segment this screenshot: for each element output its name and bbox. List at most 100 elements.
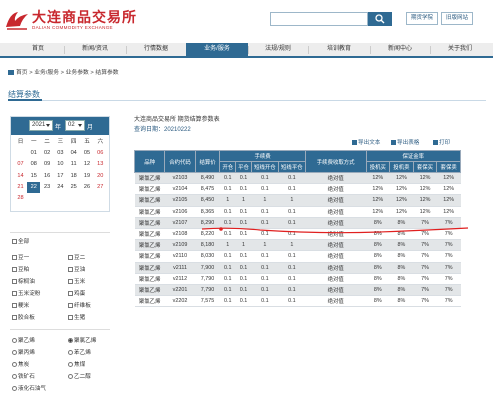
title-divider [8,100,486,101]
checkbox-icon[interactable] [12,239,17,244]
breadcrumb-text[interactable]: 首页 > 业务/服务 > 业务参数 > 结算参数 [16,70,119,76]
calendar-day[interactable]: 05 [81,148,94,159]
checkbox-icon[interactable] [12,267,17,272]
checkbox-icon[interactable] [68,267,73,272]
table-cell: 8,365 [195,206,220,218]
checkbox-icon[interactable] [12,303,17,308]
variety-checkbox[interactable]: 全部 [12,237,29,245]
variety-radio[interactable]: 苯乙烯 [68,348,91,356]
calendar-day[interactable]: 19 [81,171,94,182]
variety-checkbox[interactable]: 豆二 [68,253,85,261]
calendar-day[interactable]: 14 [14,171,27,182]
checkbox-icon[interactable] [12,291,17,296]
calendar-day[interactable]: 03 [54,148,67,159]
nav-item[interactable]: 法规/规则 [248,43,308,56]
variety-checkbox[interactable]: 生猪 [68,313,85,321]
variety-radio[interactable]: 液化石油气 [12,384,46,392]
radio-icon[interactable] [12,362,17,367]
print-button[interactable]: 打印 [433,138,450,146]
radio-icon[interactable] [12,374,17,379]
table-row: 聚氯乙烯 v2110 8,030 0.1 0.1 0.1 0.1 绝对值 8% 8% 7% 7% [134,250,461,263]
calendar-day[interactable]: 07 [14,159,27,170]
variety-checkbox[interactable]: 豆粕 [12,265,29,273]
variety-radio[interactable]: 铁矿石 [12,372,35,380]
nav-item[interactable]: 关于我们 [430,43,490,56]
variety-radio[interactable]: 聚乙烯 [12,336,35,344]
checkbox-icon[interactable] [68,303,73,308]
calendar-day[interactable]: 25 [67,182,80,193]
calendar-day[interactable]: 12 [81,159,94,170]
radio-icon[interactable] [12,350,17,355]
search-button[interactable] [368,12,392,26]
futures-academy-button[interactable]: 期货学院 [406,12,438,25]
calendar-day[interactable]: 21 [14,182,27,193]
checkbox-icon[interactable] [12,255,17,260]
home-icon[interactable] [8,70,14,75]
nav-item[interactable]: 培训教育 [308,43,370,56]
radio-icon[interactable] [68,362,73,367]
variety-checkbox[interactable]: 鸡蛋 [68,289,85,297]
export-table-button[interactable]: 导出表格 [391,138,419,146]
variety-checkbox[interactable]: 粳米 [12,301,29,309]
variety-radio[interactable]: 聚氯乙烯 [68,336,96,344]
variety-checkbox[interactable]: 玉米 [68,277,85,285]
calendar-day[interactable]: 06 [94,148,107,159]
calendar-day[interactable]: 08 [27,159,40,170]
calendar-day[interactable]: 02 [41,148,54,159]
table-cell: v2108 [164,228,196,241]
checkbox-icon[interactable] [68,255,73,260]
variety-checkbox[interactable]: 豆一 [12,253,29,261]
calendar-day[interactable]: 13 [94,159,107,170]
nav-item[interactable]: 新闻中心 [370,43,430,56]
variety-radio[interactable]: 聚丙烯 [12,348,35,356]
variety-checkbox[interactable]: 纤维板 [68,301,91,309]
calendar-day[interactable]: 10 [54,159,67,170]
calendar-day[interactable]: 18 [67,171,80,182]
table-cell: 1 [235,194,252,207]
calendar-day[interactable]: 15 [27,171,40,182]
search-input[interactable] [270,12,368,26]
nav-item[interactable]: 业务/服务 [186,43,248,56]
calendar-day[interactable]: 24 [54,182,67,193]
variety-radio[interactable]: 焦炭 [12,360,29,368]
calendar-day[interactable]: 28 [14,193,27,204]
calendar-day[interactable]: 09 [41,159,54,170]
nav-item[interactable]: 新闻/资讯 [64,43,126,56]
radio-icon[interactable] [68,374,73,379]
variety-radio[interactable]: 乙二醇 [68,372,91,380]
calendar-day[interactable]: 16 [41,171,54,182]
radio-icon[interactable] [12,338,17,343]
calendar-day[interactable]: 23 [41,182,54,193]
variety-radio[interactable]: 焦煤 [68,360,85,368]
calendar-day[interactable]: 26 [81,182,94,193]
checkbox-icon[interactable] [68,279,73,284]
checkbox-icon[interactable] [68,291,73,296]
export-text-button[interactable]: 导出文本 [352,138,380,146]
checkbox-icon[interactable] [68,315,73,320]
nav-item[interactable]: 行情数据 [126,43,186,56]
old-site-button[interactable]: 旧版网站 [441,12,473,25]
calendar-day[interactable]: 20 [94,171,107,182]
calendar-day[interactable]: 27 [94,182,107,193]
calendar-day[interactable]: 22 [27,181,41,193]
nav-item[interactable]: 首页 [12,43,64,56]
variety-checkbox[interactable]: 豆油 [68,265,85,273]
radio-icon[interactable] [68,350,73,355]
variety-checkbox[interactable]: 玉米淀粉 [12,289,40,297]
radio-icon[interactable] [68,338,73,343]
variety-checkbox[interactable]: 棕榈油 [12,277,35,285]
calendar-day[interactable]: 17 [54,171,67,182]
checkbox-icon[interactable] [12,279,17,284]
calendar-day[interactable]: 04 [67,148,80,159]
table-cell: 1 [251,194,279,207]
calendar-day[interactable]: 01 [27,148,40,159]
variety-checkbox[interactable]: 胶合板 [12,313,35,321]
year-select[interactable]: 2021 [29,120,53,131]
table-cell: 8% [389,262,414,274]
checkbox-icon[interactable] [12,315,17,320]
table-cell: 1 [219,239,236,252]
month-select[interactable]: 02 [65,120,85,131]
radio-icon[interactable] [12,386,17,391]
calendar-day[interactable]: 11 [67,159,80,170]
exchange-logo-icon[interactable] [4,9,30,31]
